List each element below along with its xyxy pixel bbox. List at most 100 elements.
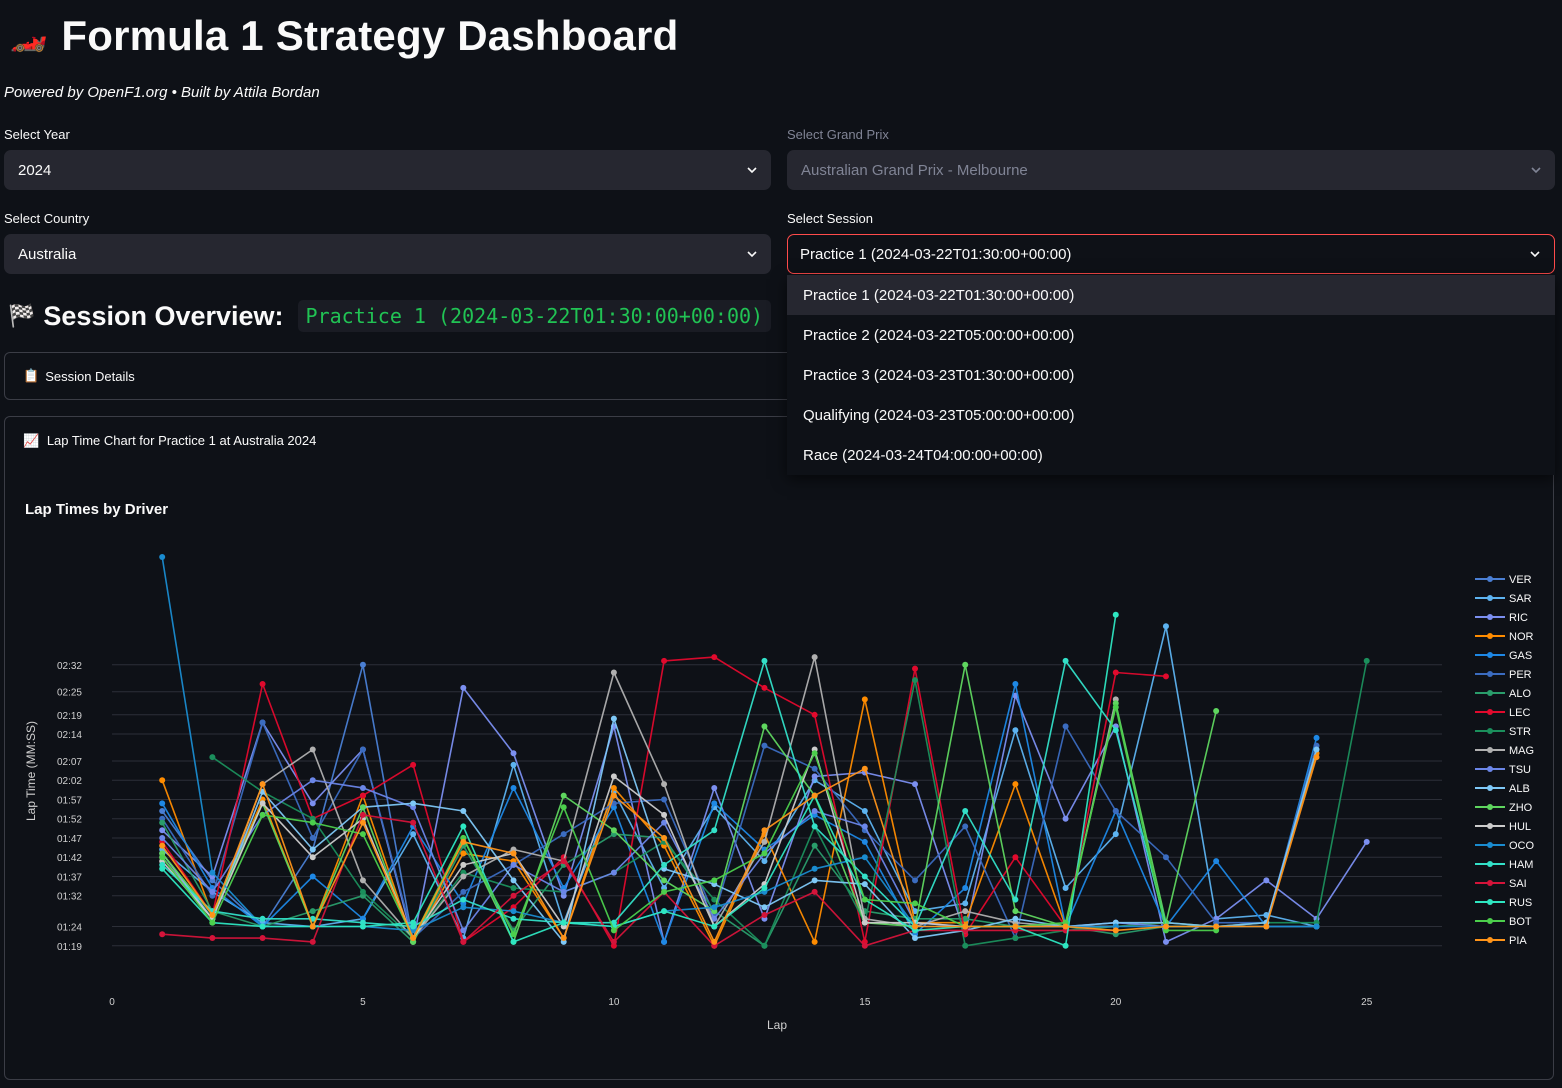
- data-point: [1162, 854, 1169, 861]
- data-point: [460, 684, 467, 691]
- legend-entry[interactable]: ALO: [1509, 688, 1531, 700]
- legend-entry[interactable]: PER: [1509, 669, 1532, 681]
- x-tick-label: 10: [608, 997, 620, 1008]
- legend-entry[interactable]: RUS: [1509, 897, 1532, 909]
- legend-marker: [1487, 652, 1493, 658]
- clipboard-icon: 📋: [23, 368, 40, 383]
- grand-prix-label: Select Grand Prix: [787, 127, 889, 142]
- data-point: [259, 915, 266, 922]
- legend-marker: [1487, 823, 1493, 829]
- legend-entry[interactable]: MAG: [1509, 745, 1534, 757]
- legend-marker: [1487, 861, 1493, 867]
- legend-entry[interactable]: BOT: [1509, 916, 1532, 928]
- legend-entry[interactable]: RIC: [1509, 612, 1528, 624]
- legend-entry[interactable]: TSU: [1509, 764, 1531, 776]
- legend-entry[interactable]: ZHO: [1509, 802, 1533, 814]
- year-select[interactable]: 2024: [4, 150, 771, 190]
- legend-entry[interactable]: NOR: [1509, 631, 1534, 643]
- data-point: [410, 935, 417, 942]
- legend-entry[interactable]: OCO: [1509, 840, 1535, 852]
- data-point: [259, 781, 266, 788]
- data-point: [209, 919, 216, 926]
- data-point: [912, 923, 919, 930]
- legend-marker: [1487, 880, 1493, 886]
- session-code: Practice 1 (2024-03-22T01:30:00+00:00): [297, 300, 772, 332]
- session-select[interactable]: Practice 1 (2024-03-22T01:30:00+00:00): [787, 234, 1555, 274]
- data-point: [259, 800, 266, 807]
- data-point: [560, 804, 567, 811]
- data-point: [962, 808, 969, 815]
- legend-entry[interactable]: PIA: [1509, 935, 1527, 947]
- data-point: [359, 804, 366, 811]
- data-point: [1313, 754, 1320, 761]
- data-point: [460, 861, 467, 868]
- data-point: [510, 885, 517, 892]
- session-option[interactable]: Practice 3 (2024-03-23T01:30:00+00:00): [787, 355, 1555, 395]
- legend-entry[interactable]: VER: [1509, 574, 1532, 586]
- data-point: [661, 834, 668, 841]
- legend-marker: [1487, 842, 1493, 848]
- data-point: [811, 654, 818, 661]
- session-option[interactable]: Practice 1 (2024-03-22T01:30:00+00:00): [787, 275, 1555, 315]
- data-point: [410, 761, 417, 768]
- data-point: [309, 819, 316, 826]
- x-tick-label: 15: [859, 997, 871, 1008]
- legend-entry[interactable]: ALB: [1509, 783, 1530, 795]
- legend-entry[interactable]: SAR: [1509, 593, 1532, 605]
- data-point: [861, 808, 868, 815]
- data-point: [962, 908, 969, 915]
- data-point: [610, 669, 617, 676]
- data-point: [661, 796, 668, 803]
- data-point: [861, 942, 868, 949]
- data-point: [1062, 942, 1069, 949]
- data-point: [259, 935, 266, 942]
- data-point: [309, 854, 316, 861]
- data-point: [510, 938, 517, 945]
- data-point: [1112, 669, 1119, 676]
- data-point: [811, 938, 818, 945]
- legend-entry[interactable]: HAM: [1509, 859, 1533, 871]
- data-point: [811, 711, 818, 718]
- session-option[interactable]: Race (2024-03-24T04:00:00+00:00): [787, 435, 1555, 475]
- data-point: [811, 865, 818, 872]
- data-point: [912, 877, 919, 884]
- data-point: [811, 792, 818, 799]
- legend-marker: [1487, 728, 1493, 734]
- data-point: [159, 777, 166, 784]
- session-dropdown-menu[interactable]: Practice 1 (2024-03-22T01:30:00+00:00) P…: [787, 275, 1555, 475]
- grand-prix-select[interactable]: Australian Grand Prix - Melbourne: [787, 150, 1555, 190]
- data-point: [962, 885, 969, 892]
- data-point: [661, 888, 668, 895]
- data-point: [761, 911, 768, 918]
- lap-time-chart-panel: 📈 Lap Time Chart for Practice 1 at Austr…: [4, 416, 1554, 1080]
- legend-marker: [1487, 918, 1493, 924]
- legend-entry[interactable]: GAS: [1509, 650, 1532, 662]
- legend-entry[interactable]: HUL: [1509, 821, 1531, 833]
- data-point: [711, 938, 718, 945]
- session-option[interactable]: Practice 2 (2024-03-22T05:00:00+00:00): [787, 315, 1555, 355]
- data-point: [711, 654, 718, 661]
- data-point: [460, 838, 467, 845]
- legend-entry[interactable]: LEC: [1509, 707, 1530, 719]
- data-point: [1012, 727, 1019, 734]
- lap-time-chart[interactable]: Lap Times by Driver 01:19 01:24 01:32 01:37 0…: [5, 417, 1553, 1079]
- y-tick-label: 01:52: [57, 815, 82, 826]
- data-point: [359, 746, 366, 753]
- legend-entry[interactable]: STR: [1509, 726, 1531, 738]
- data-point: [159, 827, 166, 834]
- x-tick-label: 25: [1361, 997, 1373, 1008]
- data-point: [259, 811, 266, 818]
- data-point: [1012, 908, 1019, 915]
- data-point: [1112, 611, 1119, 618]
- country-select[interactable]: Australia: [4, 234, 771, 274]
- data-point: [159, 931, 166, 938]
- chevron-down-icon: [1531, 167, 1541, 174]
- data-point: [1062, 923, 1069, 930]
- data-point: [962, 661, 969, 668]
- data-point: [510, 861, 517, 868]
- session-option[interactable]: Qualifying (2024-03-23T05:00:00+00:00): [787, 395, 1555, 435]
- data-point: [159, 854, 166, 861]
- legend-entry[interactable]: SAI: [1509, 878, 1527, 890]
- data-point: [460, 938, 467, 945]
- data-point: [1012, 896, 1019, 903]
